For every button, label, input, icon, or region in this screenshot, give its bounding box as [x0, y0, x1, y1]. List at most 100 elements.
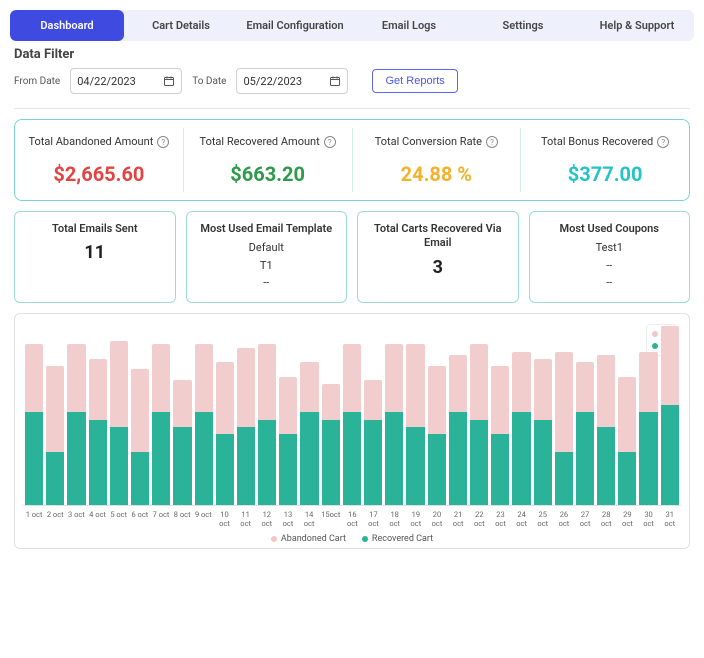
- chart-bar: [195, 326, 213, 505]
- chart-bar: [173, 326, 191, 505]
- calendar-icon: [329, 75, 341, 87]
- help-icon[interactable]: ?: [486, 136, 498, 148]
- chart-bar: [152, 326, 170, 505]
- chart-bar: [258, 326, 276, 505]
- chart-bar: [343, 326, 361, 505]
- x-label: 7 oct: [152, 510, 170, 528]
- tab-help-support[interactable]: Help & Support: [580, 10, 694, 41]
- chart-bar: [216, 326, 234, 505]
- filter-row: From Date 04/22/2023 To Date 05/22/2023 …: [14, 68, 690, 109]
- x-label: 26 oct: [555, 510, 573, 528]
- dot-icon: [652, 331, 658, 337]
- chart-bar: [300, 326, 318, 505]
- info-card-value: 11: [21, 242, 169, 263]
- info-card: Most Used Email TemplateDefaultT1--: [186, 211, 348, 303]
- tab-email-logs[interactable]: Email Logs: [352, 10, 466, 41]
- dot-icon: [362, 536, 368, 542]
- help-icon[interactable]: ?: [657, 136, 669, 148]
- stat-title: Total Abandoned Amount ?: [28, 135, 169, 148]
- dot-icon: [652, 343, 658, 349]
- chart-bar: [661, 326, 679, 505]
- from-date-label: From Date: [14, 76, 60, 87]
- chart-container: 90 65 1 oct2 oct3 oct4 oct5 oct6 oct7 oc…: [14, 313, 690, 549]
- x-label: 16 oct: [343, 510, 361, 528]
- calendar-icon: [163, 75, 175, 87]
- chart-bar: [364, 326, 382, 505]
- chart-bar: [534, 326, 552, 505]
- info-card-line: T1: [193, 258, 341, 273]
- chart-bar: [279, 326, 297, 505]
- x-label: 18 oct: [386, 510, 404, 528]
- stat-value: $2,665.60: [23, 162, 175, 186]
- x-label: 20 oct: [428, 510, 446, 528]
- x-label: 28 oct: [597, 510, 615, 528]
- chart-bar: [385, 326, 403, 505]
- stat-title: Total Bonus Recovered ?: [541, 135, 669, 148]
- chart-bars: [23, 326, 681, 506]
- chart-bar: [237, 326, 255, 505]
- chart-bar: [512, 326, 530, 505]
- chart-bar: [618, 326, 636, 505]
- x-label: 10 oct: [215, 510, 233, 528]
- to-date-value: 05/22/2023: [243, 75, 302, 88]
- x-label: 11 oct: [237, 510, 255, 528]
- chart-bar: [46, 326, 64, 505]
- get-reports-button[interactable]: Get Reports: [372, 69, 457, 93]
- x-label: 31 oct: [661, 510, 679, 528]
- chart-bottom-legend: Abandoned Cart Recovered Cart: [23, 534, 681, 544]
- x-label: 12 oct: [258, 510, 276, 528]
- chart-bar: [89, 326, 107, 505]
- chart-bar: [406, 326, 424, 505]
- info-card-title: Total Emails Sent: [21, 222, 169, 236]
- chart-bar: [110, 326, 128, 505]
- chart-bar: [25, 326, 43, 505]
- tab-dashboard[interactable]: Dashboard: [10, 10, 124, 41]
- info-card: Total Emails Sent 11: [14, 211, 176, 303]
- from-date-value: 04/22/2023: [77, 75, 136, 88]
- chart-bar: [449, 326, 467, 505]
- x-label: 1 oct: [25, 510, 43, 528]
- info-card-line: --: [193, 275, 341, 290]
- chart-bar: [322, 326, 340, 505]
- x-label: 13 oct: [279, 510, 297, 528]
- info-card-title: Total Carts Recovered Via Email: [364, 222, 512, 251]
- x-label: 23 oct: [491, 510, 509, 528]
- x-label: 25 oct: [534, 510, 552, 528]
- chart-x-labels: 1 oct2 oct3 oct4 oct5 oct6 oct7 oct8 oct…: [23, 510, 681, 528]
- info-card-title: Most Used Coupons: [536, 222, 684, 236]
- filter-title: Data Filter: [14, 47, 690, 62]
- info-row: Total Emails Sent11Most Used Email Templ…: [14, 211, 690, 303]
- x-label: 9 oct: [194, 510, 212, 528]
- chart-bar: [555, 326, 573, 505]
- tab-cart-details[interactable]: Cart Details: [124, 10, 238, 41]
- x-label: 6 oct: [131, 510, 149, 528]
- x-label: 4 oct: [88, 510, 106, 528]
- info-card: Total Carts Recovered Via Email 3: [357, 211, 519, 303]
- from-date-input[interactable]: 04/22/2023: [70, 68, 182, 94]
- help-icon[interactable]: ?: [157, 136, 169, 148]
- help-icon[interactable]: ?: [324, 136, 336, 148]
- x-label: 27 oct: [576, 510, 594, 528]
- chart-bar: [491, 326, 509, 505]
- info-card-line: --: [536, 275, 684, 290]
- tab-email-configuration[interactable]: Email Configuration: [238, 10, 352, 41]
- info-card-line: Default: [193, 240, 341, 255]
- x-label: 19 oct: [407, 510, 425, 528]
- stat-card: Total Bonus Recovered ?$377.00: [521, 128, 689, 192]
- chart-bar: [639, 326, 657, 505]
- info-card-line: Test1: [536, 240, 684, 255]
- x-label: 24 oct: [513, 510, 531, 528]
- info-card-line: --: [536, 258, 684, 273]
- stat-value: $663.20: [192, 162, 344, 186]
- stats-row: Total Abandoned Amount ? $2,665.60 Total R…: [14, 119, 690, 201]
- data-filter-section: Data Filter From Date 04/22/2023 To Date…: [14, 47, 690, 109]
- x-label: 29 oct: [618, 510, 636, 528]
- stat-card: Total Abandoned Amount ? $2,665.60: [15, 128, 184, 192]
- stat-card: Total Conversion Rate ?24.88 %: [353, 128, 522, 192]
- x-label: 15oct: [321, 510, 340, 528]
- to-date-input[interactable]: 05/22/2023: [236, 68, 348, 94]
- stat-title: Total Recovered Amount ?: [200, 135, 336, 148]
- info-card-value: 3: [364, 257, 512, 278]
- stat-card: Total Recovered Amount ? $663.20: [184, 128, 353, 192]
- tab-settings[interactable]: Settings: [466, 10, 580, 41]
